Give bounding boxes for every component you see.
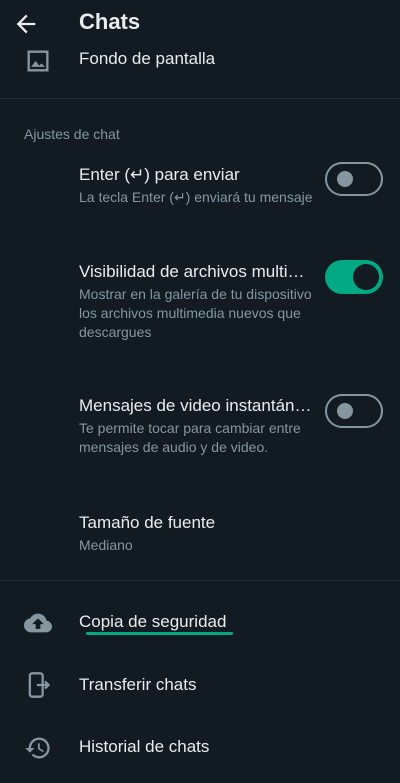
wallpaper-label: Fondo de pantalla bbox=[79, 49, 216, 68]
setting-description: Te permite tocar para cambiar entre mens… bbox=[79, 420, 301, 455]
setting-value: Mediano bbox=[79, 537, 133, 553]
wallpaper-icon bbox=[27, 50, 49, 72]
app-bar: Chats bbox=[0, 0, 400, 48]
toggle-knob bbox=[337, 403, 353, 419]
instant-video-toggle[interactable] bbox=[325, 394, 383, 428]
history-icon bbox=[25, 737, 50, 759]
back-arrow-icon[interactable] bbox=[12, 10, 40, 38]
setting-label: Mensajes de video instantáneos bbox=[79, 396, 315, 415]
divider bbox=[0, 98, 400, 99]
phone-transfer-icon bbox=[28, 672, 51, 698]
backup-label: Copia de seguridad bbox=[79, 612, 227, 631]
setting-description: Mostrar en la galería de tu dispositivo … bbox=[79, 286, 312, 340]
transfer-chats-label: Transferir chats bbox=[79, 675, 197, 694]
highlight-underline bbox=[86, 632, 233, 635]
divider bbox=[0, 580, 400, 581]
setting-label: Tamaño de fuente bbox=[79, 513, 216, 532]
media-visibility-toggle[interactable] bbox=[325, 260, 383, 294]
setting-description: La tecla Enter (↵) enviará tu mensaje bbox=[79, 189, 313, 205]
cloud-upload-icon bbox=[24, 613, 52, 633]
toggle-knob bbox=[337, 171, 353, 187]
page-title: Chats bbox=[79, 9, 141, 34]
setting-label: Enter (↵) para enviar bbox=[79, 165, 240, 184]
chat-history-label: Historial de chats bbox=[79, 737, 210, 756]
toggle-knob bbox=[353, 264, 379, 290]
section-title-chat-settings: Ajustes de chat bbox=[24, 126, 120, 142]
setting-label: Visibilidad de archivos multimedia bbox=[79, 262, 315, 281]
enter-to-send-toggle[interactable] bbox=[325, 162, 383, 196]
